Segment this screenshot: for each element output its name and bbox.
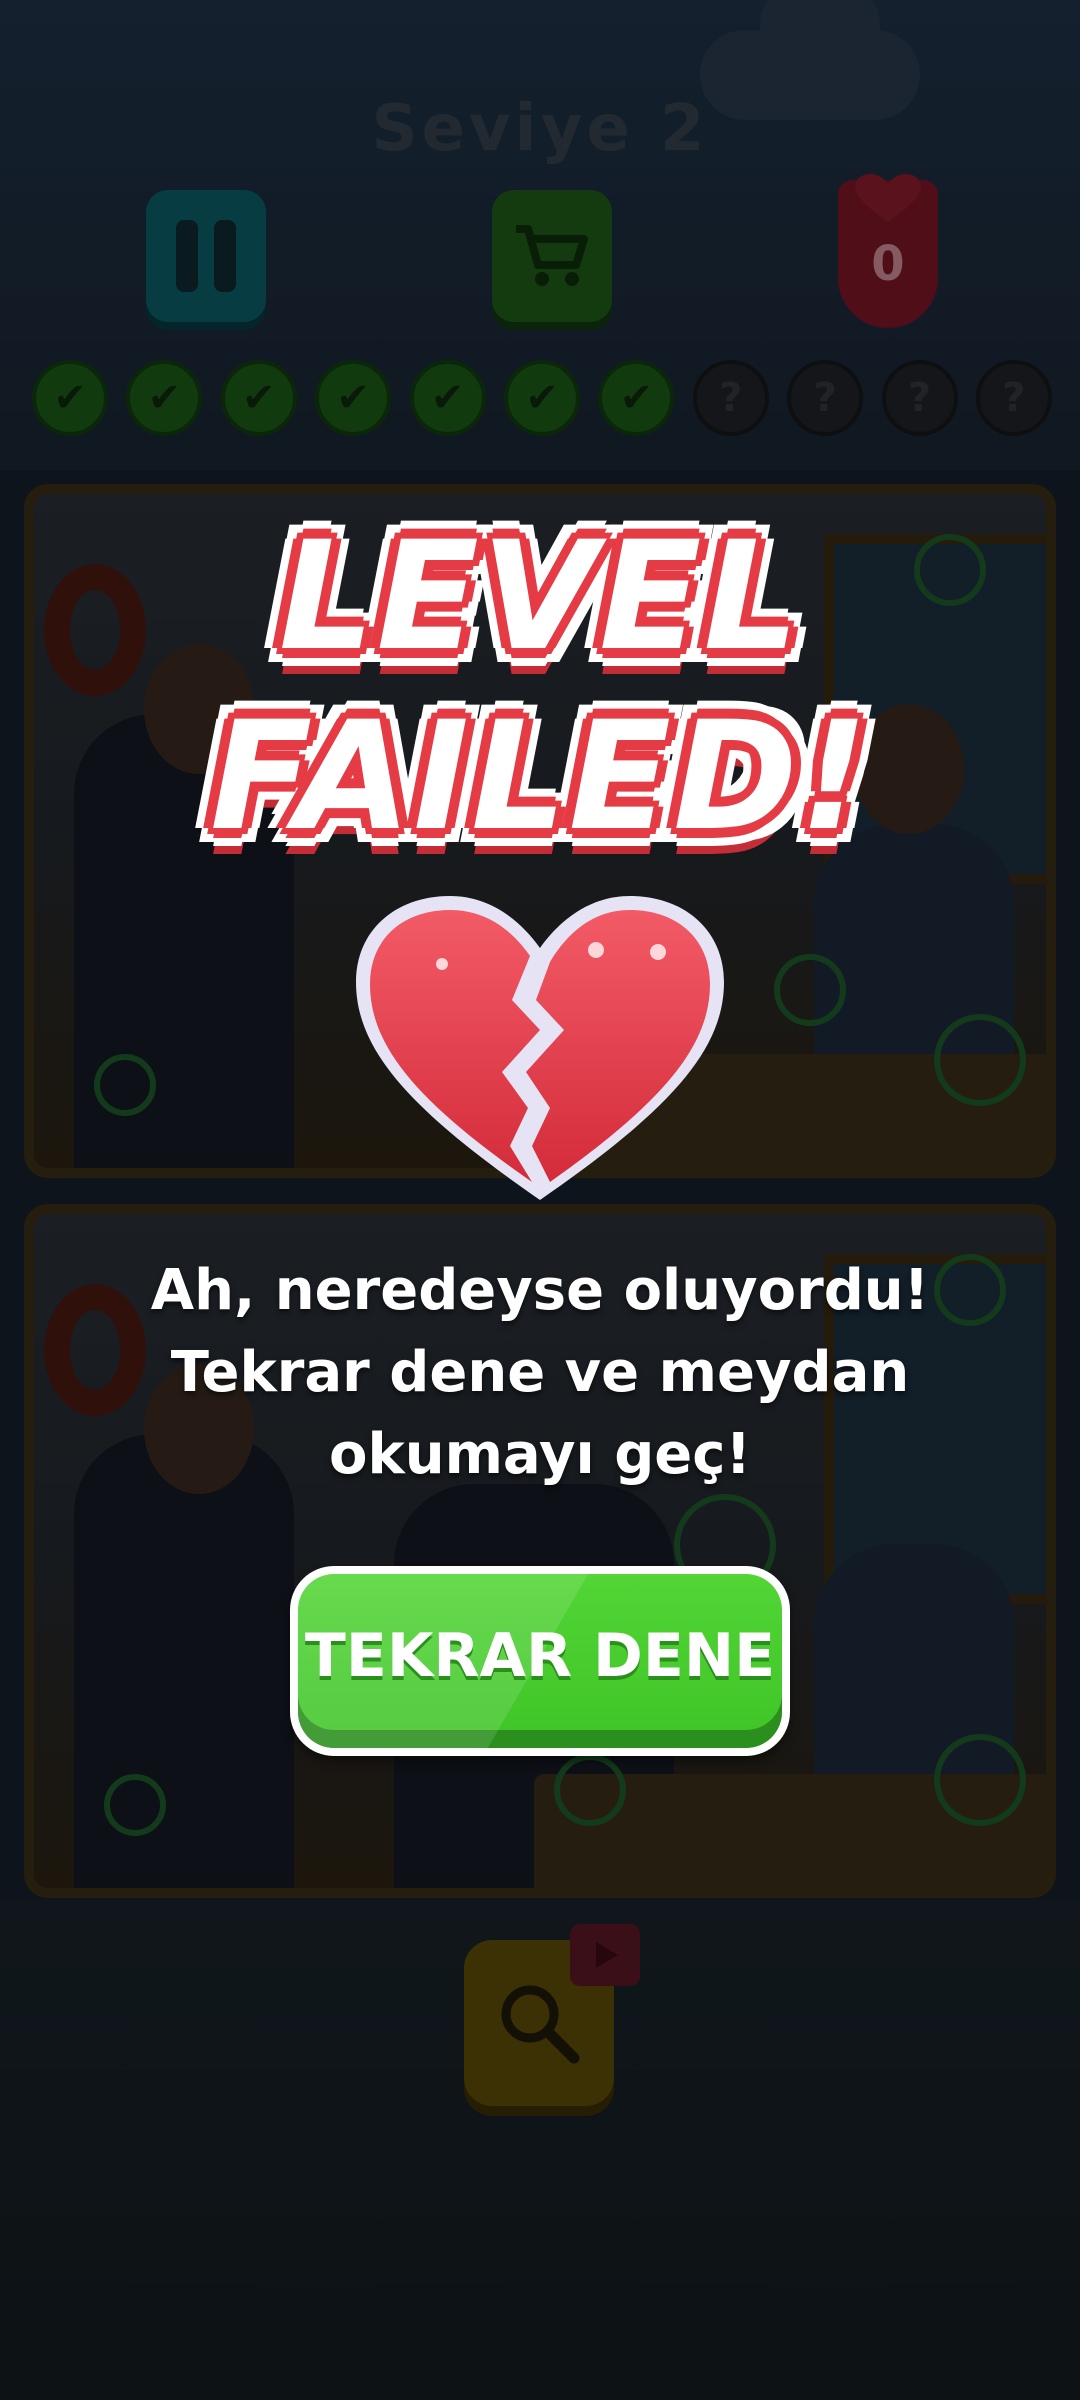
retry-button[interactable]: TEKRAR DENE bbox=[290, 1566, 790, 1756]
retry-button-face[interactable]: TEKRAR DENE bbox=[298, 1574, 782, 1748]
failure-message: Ah, neredeyse oluyordu! Tekrar dene ve m… bbox=[150, 1258, 930, 1487]
level-failed-title-line1: LEVEL bbox=[278, 510, 802, 684]
retry-button-label: TEKRAR DENE bbox=[304, 1621, 776, 1691]
broken-heart-icon bbox=[350, 890, 730, 1210]
level-failed-title-line2: FAILED! bbox=[210, 690, 870, 864]
